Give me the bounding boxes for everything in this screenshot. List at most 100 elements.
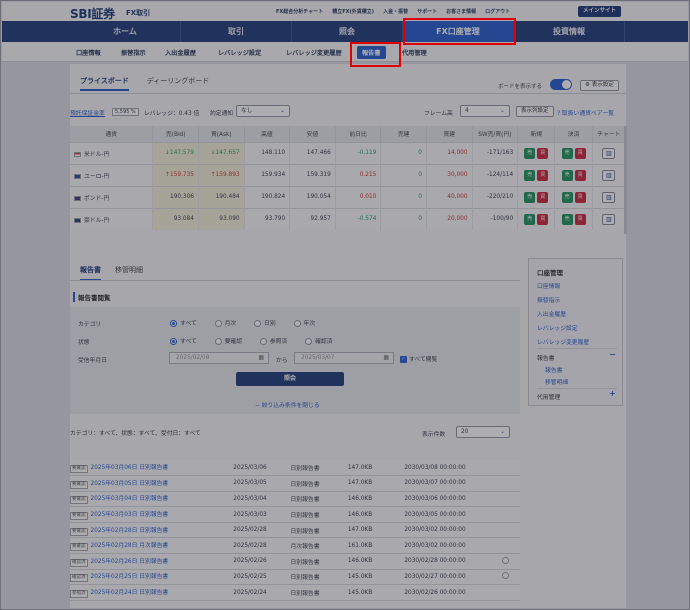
tab-reports[interactable]: 報告書 (80, 265, 101, 281)
side-group-report[interactable]: 報告書 (537, 353, 554, 362)
status-confirmed-radio[interactable]: 確認済 (305, 338, 333, 345)
subnav-transfer[interactable]: 振替指示 (121, 48, 146, 57)
settle-sell-button[interactable]: 売 (561, 213, 573, 225)
expand-icon[interactable]: + (609, 389, 616, 398)
new-sell-button[interactable]: 売 (524, 213, 536, 225)
settle-buy-button[interactable]: 買 (574, 213, 586, 225)
side-item-deposit-history[interactable]: 入出金履歴 (537, 309, 566, 318)
ask-cell[interactable]: ↑159.893 (198, 163, 245, 186)
display-settings-button[interactable]: ⚙ 表示設定 (580, 80, 619, 91)
nav-home[interactable]: ホーム (70, 21, 181, 42)
nav-inquiry[interactable]: 照会 (292, 21, 403, 42)
category-yearly-radio[interactable]: 年次 (293, 320, 315, 327)
side-item-leverage-settings[interactable]: レバレッジ設定 (537, 323, 578, 332)
top-link-support[interactable]: サポート (417, 8, 437, 15)
top-link-chart[interactable]: FX総合分析チャート (276, 8, 323, 15)
top-link-tsumitate[interactable]: 積立FX(外貨積立) (332, 8, 374, 15)
settle-sell-button[interactable]: 売 (561, 191, 573, 203)
top-link-logout[interactable]: ログアウト (485, 8, 510, 15)
main-site-button[interactable]: メインサイト (578, 6, 622, 17)
status-circle-icon[interactable] (501, 556, 509, 564)
margin-rate-link[interactable]: 預託保証金率 (70, 108, 105, 117)
new-buy-button[interactable]: 買 (537, 147, 549, 159)
ask-value: 147.657 (215, 150, 240, 156)
display-count-select[interactable]: 20 ⌄ (456, 426, 510, 438)
tab-transfer-details[interactable]: 移管明細 (115, 265, 143, 281)
nav-trade[interactable]: 取引 (181, 21, 292, 42)
nav-investment-info[interactable]: 投資情報 (514, 21, 625, 42)
category-all-radio[interactable]: すべて (170, 320, 197, 327)
frame-height-select[interactable]: 4 ⌄ (460, 105, 510, 117)
column-settings-button[interactable]: 表示列設定 (516, 106, 554, 117)
chart-icon[interactable]: ▥ (602, 147, 616, 159)
side-item-substitute[interactable]: 代用管理 (537, 392, 560, 401)
sbi-logo[interactable]: SBI証券 (70, 5, 115, 22)
settle-sell-button[interactable]: 売 (561, 169, 573, 181)
new-sell-button[interactable]: 売 (524, 147, 536, 159)
side-item-leverage-history[interactable]: レバレッジ変更履歴 (537, 337, 589, 346)
date-to-input[interactable]: 2025/03/07 ▦ (294, 352, 394, 364)
side-item-transfer[interactable]: 振替指示 (537, 295, 560, 304)
subnav-deposit-history[interactable]: 入出金履歴 (165, 48, 196, 57)
report-title-link[interactable]: 2025年02月24日 日別報告書 (91, 590, 169, 596)
report-date-cell: 2025/02/24 (230, 584, 270, 601)
category-daily-radio[interactable]: 日別 (254, 320, 276, 327)
side-item-account-info[interactable]: 口座情報 (537, 281, 560, 290)
ask-cell[interactable]: ↓147.657 (198, 141, 245, 164)
chart-icon[interactable]: ▥ (602, 213, 616, 225)
new-sell-button[interactable]: 売 (524, 169, 536, 181)
chart-icon[interactable]: ▥ (602, 191, 616, 203)
side-sub-transfer-details[interactable]: 移管明細 (545, 377, 568, 386)
settle-buy-button[interactable]: 買 (574, 147, 586, 159)
browse-all-checkbox[interactable]: ✓ すべて閲覧 (400, 354, 437, 363)
report-date-cell: 2025/02/28 (230, 522, 270, 539)
subnav-leverage-settings[interactable]: レバレッジ設定 (218, 48, 261, 57)
collapse-icon[interactable]: − (609, 350, 616, 359)
bid-cell[interactable]: ↑159.735 (152, 163, 199, 186)
report-title-link[interactable]: 2025年03月06日 日別報告書 (91, 465, 169, 471)
settle-buy-button[interactable]: 買 (574, 169, 586, 181)
report-title-link[interactable]: 2025年03月03日 日別報告書 (91, 512, 169, 518)
subnav-account-info[interactable]: 口座情報 (76, 48, 101, 57)
new-buy-button[interactable]: 買 (537, 213, 549, 225)
chart-icon[interactable]: ▥ (602, 169, 616, 181)
ask-cell[interactable]: 190.484 (198, 185, 245, 208)
new-sell-button[interactable]: 売 (524, 191, 536, 203)
bid-cell[interactable]: 190.306 (152, 185, 199, 208)
tab-dealing-board[interactable]: ディーリングボード (147, 76, 210, 91)
change-cell: 0.010 (335, 185, 382, 208)
status-viewed-radio[interactable]: 参照済 (259, 338, 287, 345)
settle-sell-button[interactable]: 売 (561, 147, 573, 159)
tab-price-board[interactable]: プライスボード (80, 76, 129, 91)
report-title-link[interactable]: 2025年02月28日 月次報告書 (91, 543, 169, 549)
report-title-link[interactable]: 2025年02月28日 日別報告書 (91, 528, 169, 534)
report-title-link[interactable]: 2025年02月26日 日別報告書 (91, 559, 169, 565)
subnav-substitute[interactable]: 代用管理 (402, 48, 427, 57)
date-from-input[interactable]: 2025/02/08 ▦ (169, 352, 269, 364)
bid-cell[interactable]: ↓147.579 (152, 141, 199, 164)
report-title-link[interactable]: 2025年03月04日 日別報告書 (91, 496, 169, 502)
category-monthly-radio[interactable]: 月次 (214, 320, 236, 327)
close-filter-link[interactable]: − 絞り込み条件を閉じる (255, 400, 320, 409)
new-buy-button[interactable]: 買 (537, 191, 549, 203)
report-title-link[interactable]: 2025年03月05日 日別報告書 (91, 481, 169, 487)
settle-buy-button[interactable]: 買 (574, 191, 586, 203)
bid-cell[interactable]: 93.084 (152, 207, 199, 230)
search-button[interactable]: 照会 (236, 372, 344, 386)
subnav-leverage-history[interactable]: レバレッジ変更履歴 (286, 48, 342, 57)
pair-cell: 豪ドル-円 (70, 207, 154, 230)
order-notify-select[interactable]: なし ⌄ (236, 105, 290, 117)
status-all-radio[interactable]: すべて (170, 338, 197, 345)
highlight-fx-account-top (403, 18, 516, 45)
rate-table-scrollbar[interactable] (624, 126, 627, 234)
status-circle-icon[interactable] (501, 572, 509, 580)
show-board-toggle[interactable] (550, 79, 572, 90)
top-link-deposit[interactable]: 入金・振替 (383, 8, 408, 15)
status-needs-confirm-radio[interactable]: 要確認 (214, 338, 242, 345)
new-buy-button[interactable]: 買 (537, 169, 549, 181)
side-sub-report[interactable]: 報告書 (545, 365, 562, 374)
pair-list-link[interactable]: ? 取扱い通貨ペア一覧 (557, 108, 614, 117)
top-link-customer[interactable]: お客さま情報 (446, 8, 476, 15)
ask-cell[interactable]: 93.090 (198, 207, 245, 230)
report-title-link[interactable]: 2025年02月25日 日別報告書 (91, 574, 169, 580)
